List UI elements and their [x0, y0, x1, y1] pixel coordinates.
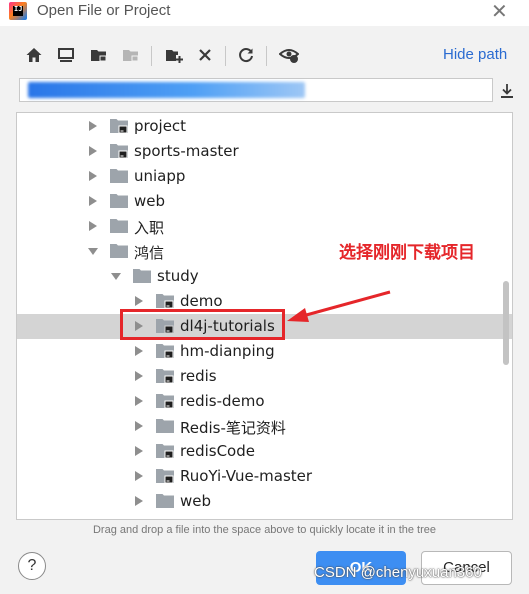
tree-item-label: 鸿信	[134, 244, 165, 262]
folder-icon	[156, 419, 174, 433]
toolbar-separator	[151, 46, 152, 66]
drag-drop-hint: Drag and drop a file into the space abov…	[92, 524, 437, 536]
chevron-right-icon[interactable]	[133, 470, 145, 482]
refresh-icon[interactable]	[235, 44, 257, 66]
tree-scrollbar[interactable]	[503, 281, 509, 365]
module-folder-icon[interactable]	[120, 44, 142, 66]
tree-item-label: uniapp	[134, 167, 186, 185]
chevron-down-icon[interactable]	[110, 270, 122, 282]
tree-item-label: redis	[180, 367, 217, 385]
folder-icon	[110, 169, 128, 183]
chevron-right-icon[interactable]	[87, 120, 99, 132]
tree-row[interactable]: project	[17, 114, 512, 139]
chevron-right-icon[interactable]	[133, 420, 145, 432]
tree-row[interactable]: redisCode	[17, 439, 512, 464]
annotation-text: 选择刚刚下载项目	[339, 243, 475, 263]
intellij-logo-icon: IJ	[9, 2, 27, 20]
project-folder-icon[interactable]	[88, 44, 110, 66]
tree-item-label: 入职	[134, 219, 165, 237]
tree-row[interactable]: redis-demo	[17, 389, 512, 414]
download-icon[interactable]	[496, 80, 518, 102]
tree-row[interactable]: study	[17, 264, 512, 289]
tree-row[interactable]: web	[17, 189, 512, 214]
project-folder-icon	[156, 344, 174, 358]
path-input[interactable]	[19, 78, 493, 102]
annotation-highlight-box	[120, 309, 285, 340]
toolbar-separator	[225, 46, 226, 66]
tree-item-label: study	[157, 267, 199, 285]
project-folder-icon	[156, 444, 174, 458]
toolbar-separator	[266, 46, 267, 66]
new-folder-icon[interactable]	[163, 44, 185, 66]
tree-item-label: redis-demo	[180, 392, 265, 410]
toolbar: Hide path	[0, 38, 529, 72]
tree-row[interactable]: RuoYi-Vue-master	[17, 464, 512, 489]
chevron-right-icon[interactable]	[87, 170, 99, 182]
path-redacted-selection	[28, 82, 305, 98]
title-bar: IJ Open File or Project ✕	[0, 0, 529, 26]
chevron-down-icon[interactable]	[87, 245, 99, 257]
project-folder-icon	[156, 294, 174, 308]
project-folder-icon	[110, 119, 128, 133]
tree-item-label: demo	[180, 292, 223, 310]
home-icon[interactable]	[23, 44, 45, 66]
chevron-right-icon[interactable]	[87, 145, 99, 157]
close-icon[interactable]: ✕	[491, 0, 508, 22]
project-folder-icon	[156, 369, 174, 383]
project-folder-icon	[156, 394, 174, 408]
tree-row[interactable]: 入职	[17, 214, 512, 239]
tree-item-label: redisCode	[180, 442, 255, 460]
tree-item-label: web	[134, 192, 166, 210]
chevron-right-icon[interactable]	[133, 495, 145, 507]
folder-icon	[133, 269, 151, 283]
project-folder-icon	[110, 144, 128, 158]
tree-row[interactable]: sports-master	[17, 139, 512, 164]
tree-row[interactable]: redis	[17, 364, 512, 389]
folder-icon	[156, 494, 174, 508]
tree-row[interactable]: uniapp	[17, 164, 512, 189]
show-hidden-icon[interactable]	[278, 44, 300, 66]
tree-item-label: project	[134, 117, 187, 135]
chevron-right-icon[interactable]	[133, 345, 145, 357]
watermark: CSDN @chenyuxuan360	[314, 564, 482, 581]
tree-row[interactable]: hm-dianping	[17, 339, 512, 364]
help-button[interactable]: ?	[18, 552, 46, 580]
chevron-right-icon[interactable]	[133, 370, 145, 382]
chevron-right-icon[interactable]	[133, 395, 145, 407]
desktop-icon[interactable]	[55, 44, 77, 66]
chevron-right-icon[interactable]	[87, 195, 99, 207]
delete-icon[interactable]	[194, 44, 216, 66]
tree-item-label: sports-master	[134, 142, 239, 160]
tree-item-label: hm-dianping	[180, 342, 275, 360]
chevron-right-icon[interactable]	[133, 295, 145, 307]
hide-path-link[interactable]: Hide path	[443, 46, 507, 63]
tree-row[interactable]: web	[17, 489, 512, 514]
tree-item-label: RuoYi-Vue-master	[180, 467, 313, 485]
tree-item-label: web	[180, 492, 212, 510]
folder-icon	[110, 194, 128, 208]
tree-row[interactable]: Redis-笔记资料	[17, 414, 512, 439]
folder-icon	[110, 244, 128, 258]
chevron-right-icon[interactable]	[87, 220, 99, 232]
folder-icon	[110, 219, 128, 233]
chevron-right-icon[interactable]	[133, 445, 145, 457]
window-title: Open File or Project	[37, 2, 171, 19]
project-folder-icon	[156, 469, 174, 483]
tree-item-label: Redis-笔记资料	[180, 419, 286, 437]
annotation-arrow	[287, 290, 391, 322]
